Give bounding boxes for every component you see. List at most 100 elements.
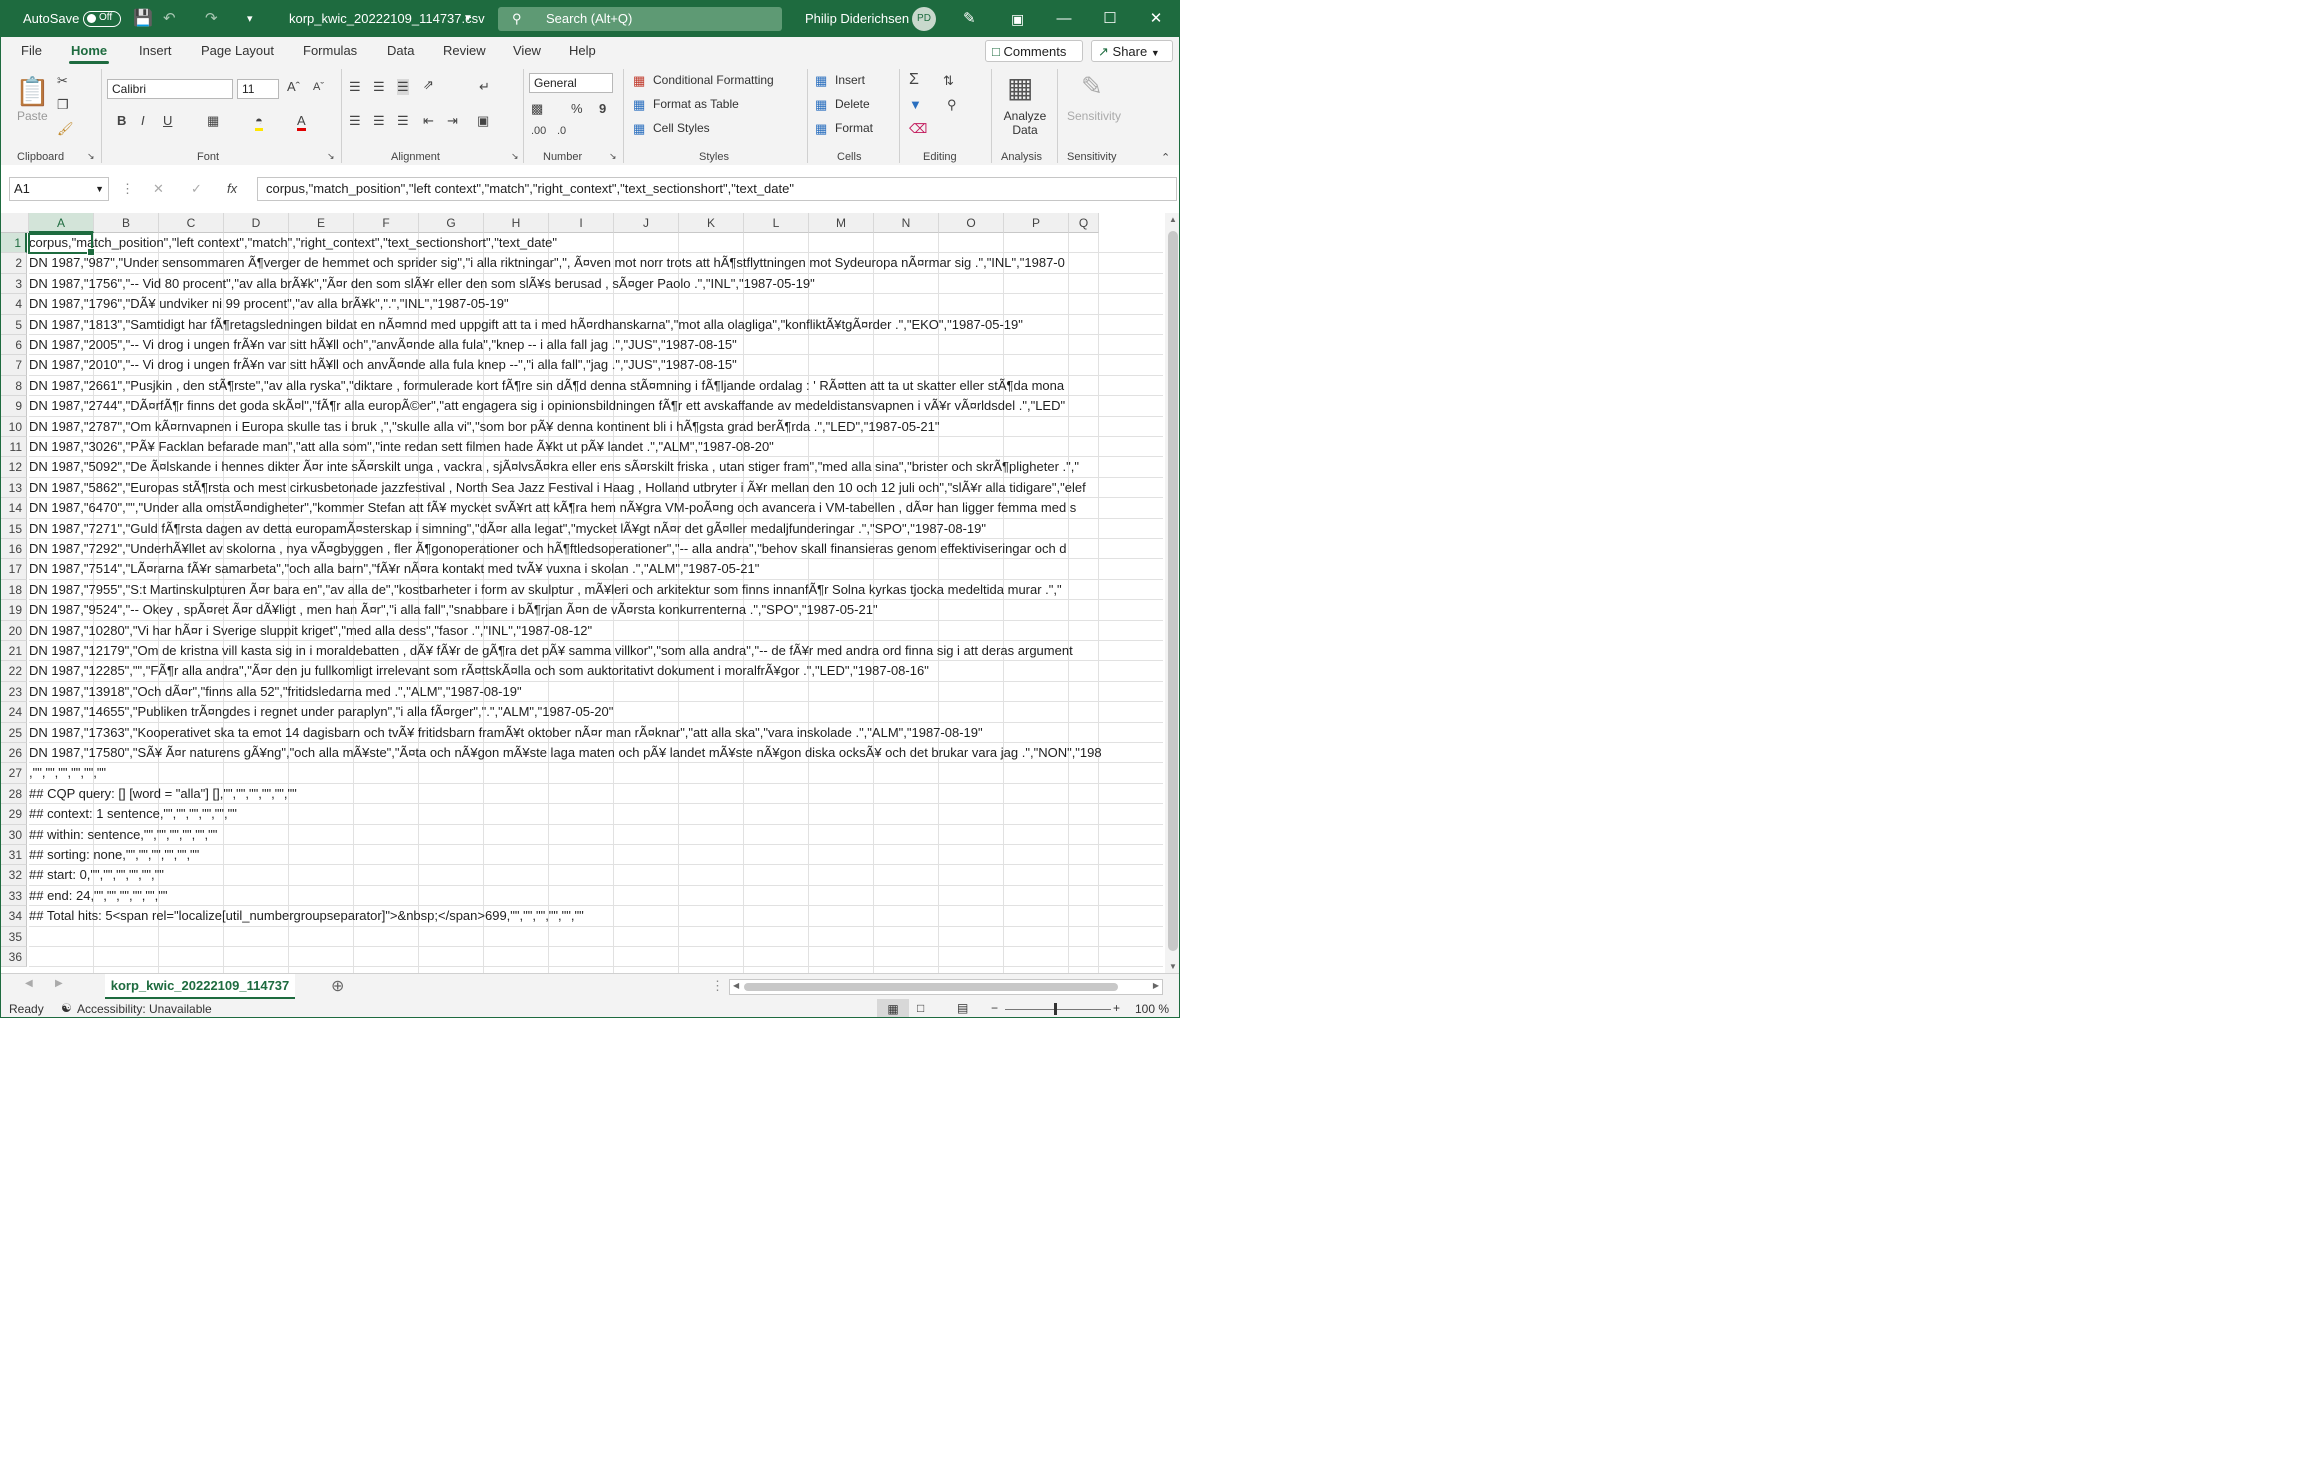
table-row[interactable]: DN 1987,"13918","Och dÃ¤r","finns alla 5… — [29, 682, 1163, 703]
row-header[interactable]: 21 — [1, 641, 27, 662]
table-row[interactable]: DN 1987,"2005","-- Vi drog i ungen frÃ¥n… — [29, 335, 1163, 356]
tab-review[interactable]: Review — [443, 37, 486, 65]
table-row[interactable]: DN 1987,"3026","PÃ¥ Facklan befarade man… — [29, 437, 1163, 458]
align-bottom-icon[interactable]: ☰ — [397, 79, 409, 95]
table-row[interactable]: DN 1987,"6470","","Under alla omstÃ¤ndig… — [29, 498, 1163, 519]
row-header[interactable]: 28 — [1, 783, 27, 805]
row-header[interactable]: 25 — [1, 722, 27, 743]
row-header[interactable]: 24 — [1, 702, 27, 723]
dialog-launcher-icon[interactable]: ↘ — [511, 151, 519, 162]
table-row[interactable] — [29, 947, 1163, 968]
ribbon-display-icon[interactable]: ▣ — [1011, 1, 1024, 37]
sensitivity-button[interactable]: Sensitivity — [1067, 109, 1121, 123]
conditional-formatting-icon[interactable]: ▦ — [633, 73, 645, 89]
find-select-icon[interactable]: ⚲ — [947, 97, 957, 113]
font-size-combo[interactable]: 11 — [237, 79, 279, 99]
analyze-data-button[interactable]: Analyze Data — [1003, 109, 1047, 137]
prev-sheet-icon[interactable]: ◀ — [25, 978, 33, 989]
tab-view[interactable]: View — [513, 37, 541, 65]
column-header-n[interactable]: N — [874, 213, 939, 233]
selected-cell-a1[interactable] — [28, 233, 95, 256]
table-row[interactable]: DN 1987,"7271","Guld fÃ¶rsta dagen av de… — [29, 519, 1163, 539]
format-painter-icon[interactable]: 🖌 — [57, 121, 74, 137]
row-header[interactable]: 15 — [1, 518, 27, 539]
font-name-combo[interactable]: Calibri — [107, 79, 233, 99]
row-header[interactable]: 11 — [1, 437, 27, 458]
table-row[interactable]: ## CQP query: [] [word = "alla"] [],"","… — [29, 784, 1163, 805]
close-button[interactable]: ✕ — [1133, 1, 1179, 37]
autosave-toggle[interactable]: Off — [83, 11, 121, 27]
table-row[interactable]: DN 1987,"1813","Samtidigt har fÃ¶retagsl… — [29, 315, 1163, 335]
tab-help[interactable]: Help — [569, 37, 596, 65]
decrease-font-icon[interactable]: Aˇ — [313, 81, 324, 93]
row-header[interactable]: 3 — [1, 273, 27, 295]
tab-insert[interactable]: Insert — [139, 37, 172, 65]
row-header[interactable]: 19 — [1, 600, 27, 621]
align-center-icon[interactable]: ☰ — [373, 113, 385, 129]
column-header-h[interactable]: H — [484, 213, 549, 233]
insert-function-icon[interactable]: fx — [227, 181, 237, 196]
table-row[interactable]: ## start: 0,"","","","","","" — [29, 865, 1163, 886]
page-break-view-icon[interactable]: ▤ — [957, 1001, 968, 1015]
increase-decimal-icon[interactable]: .00 — [531, 125, 546, 137]
format-cells-icon[interactable]: ▦ — [815, 121, 827, 137]
undo-icon[interactable]: ↶ — [163, 1, 176, 37]
search-box[interactable]: ⚲ Search (Alt+Q) — [498, 7, 782, 31]
row-header[interactable]: 2 — [1, 253, 27, 274]
row-header[interactable]: 29 — [1, 804, 27, 825]
row-header[interactable]: 6 — [1, 335, 27, 356]
spreadsheet-grid[interactable]: ABCDEFGHIJKLMNOPQ 1 corpus,"match_positio… — [1, 213, 1163, 973]
tab-data[interactable]: Data — [387, 37, 414, 65]
align-middle-icon[interactable]: ☰ — [373, 79, 385, 95]
conditional-formatting-button[interactable]: Conditional Formatting — [653, 73, 774, 87]
table-row[interactable]: DN 1987,"987","Under sensommaren Ã¶verge… — [29, 253, 1163, 274]
copy-icon[interactable]: ❐ — [57, 97, 69, 113]
insert-cells-button[interactable]: Insert — [835, 73, 865, 87]
customize-qat-icon[interactable]: ▾ — [247, 1, 253, 37]
pen-icon[interactable]: ✎ — [963, 1, 976, 37]
collapse-ribbon-icon[interactable]: ⌃ — [1161, 151, 1170, 164]
vertical-scrollbar[interactable]: ▲ ▼ — [1165, 213, 1179, 973]
horizontal-scrollbar[interactable]: ◀ ▶ — [729, 979, 1163, 995]
column-header-b[interactable]: B — [94, 213, 159, 233]
chevron-down-icon[interactable]: ▼ — [463, 1, 473, 37]
delete-cells-icon[interactable]: ▦ — [815, 97, 827, 113]
table-row[interactable] — [29, 927, 1163, 947]
align-left-icon[interactable]: ☰ — [349, 113, 361, 129]
cancel-icon[interactable]: ✕ — [153, 181, 164, 197]
increase-indent-icon[interactable]: ⇥ — [447, 113, 458, 129]
column-header-g[interactable]: G — [419, 213, 484, 233]
table-row[interactable]: DN 1987,"12285","","FÃ¶r alla andra","Ã¤… — [29, 661, 1163, 682]
fill-color-icon[interactable]: ◓ — [255, 113, 263, 131]
column-header-p[interactable]: P — [1004, 213, 1069, 233]
analyze-data-icon[interactable]: ▦ — [1007, 71, 1033, 104]
maximize-button[interactable]: ☐ — [1087, 1, 1133, 37]
decrease-indent-icon[interactable]: ⇤ — [423, 113, 434, 129]
add-sheet-icon[interactable]: ⊕ — [331, 976, 344, 996]
table-row[interactable]: DN 1987,"10280","Vi har hÃ¤r i Sverige s… — [29, 621, 1163, 641]
column-header-m[interactable]: M — [809, 213, 874, 233]
row-header[interactable]: 17 — [1, 559, 27, 580]
column-header-i[interactable]: I — [549, 213, 614, 233]
enter-icon[interactable]: ✓ — [191, 181, 202, 197]
tab-home[interactable]: Home — [68, 37, 110, 65]
next-sheet-icon[interactable]: ▶ — [55, 978, 63, 989]
normal-view-icon[interactable]: ▦ — [877, 999, 909, 1017]
table-row[interactable]: DN 1987,"17363","Kooperativet ska ta emo… — [29, 723, 1163, 743]
wrap-text-icon[interactable]: ↵ — [479, 79, 490, 95]
row-header[interactable]: 34 — [1, 906, 27, 927]
table-row[interactable]: DN 1987,"2744","DÃ¤rfÃ¶r finns det goda … — [29, 396, 1163, 417]
avatar[interactable]: PD — [912, 7, 936, 31]
file-name[interactable]: korp_kwic_20222109_114737.csv — [289, 1, 485, 37]
column-header-o[interactable]: O — [939, 213, 1004, 233]
number-format-combo[interactable]: General — [529, 73, 613, 93]
autosum-icon[interactable]: Σ — [909, 71, 919, 89]
row-header[interactable]: 26 — [1, 743, 27, 764]
sensitivity-icon[interactable]: ✎ — [1081, 71, 1103, 102]
column-header-e[interactable]: E — [289, 213, 354, 233]
column-header-k[interactable]: K — [679, 213, 744, 233]
row-header[interactable]: 23 — [1, 681, 27, 703]
scroll-up-icon[interactable]: ▲ — [1169, 215, 1177, 224]
table-row[interactable]: DN 1987,"5862","Europas stÃ¶rsta och mes… — [29, 478, 1163, 499]
cut-icon[interactable]: ✂ — [57, 73, 68, 89]
